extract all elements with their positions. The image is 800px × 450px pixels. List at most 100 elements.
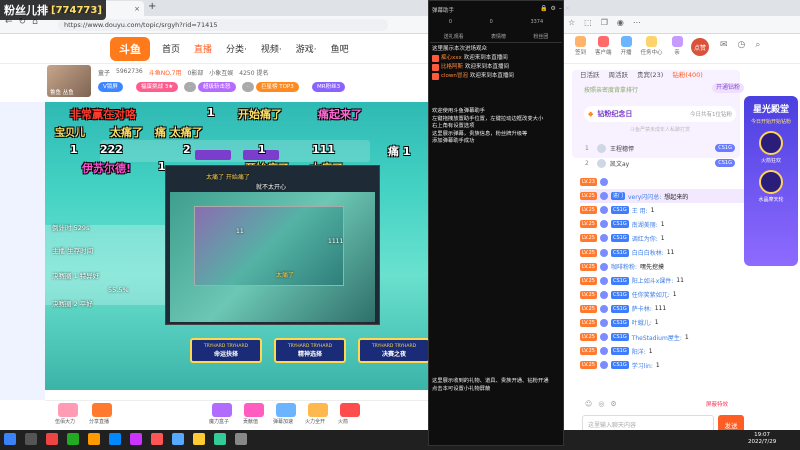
minimize-icon[interactable]: –	[559, 5, 562, 12]
new-tab-icon[interactable]: +	[148, 1, 156, 12]
taskbar-app-icon[interactable]	[235, 433, 247, 445]
chat-message[interactable]: LV.25 CS1G 学习lin: 1	[580, 358, 744, 372]
user-avatar[interactable]: 点赞	[691, 38, 709, 56]
rank-tab-diamond[interactable]: 钻粉(400)	[672, 69, 702, 79]
menu-icon[interactable]: ⋯	[633, 18, 641, 27]
danmaku: 非常赢在对咯	[70, 108, 136, 121]
pill-egg-challenge[interactable]: 福蛋挑战 3★	[136, 82, 179, 92]
profile-icon[interactable]: ◉	[617, 18, 624, 27]
screen: 【粉丝儿排】小 × + 粉丝儿排 [774773] ← ↻ ⌂ https://…	[0, 0, 800, 450]
url-field[interactable]: https://www.douyu.com/topic/srgyh?rid=71…	[58, 19, 388, 31]
header-icon-client[interactable]: 客户端	[595, 36, 612, 56]
chat-message[interactable]: LV.25 CS1G 王 用: 1	[580, 203, 744, 217]
nav-video[interactable]: 视频·	[261, 42, 282, 55]
vip-lock-button[interactable]: V锁屏	[98, 82, 123, 92]
chat-message[interactable]: LV.25 CS1G 阳洋: 1	[580, 344, 744, 358]
noble-icon	[599, 361, 608, 370]
helper-tab-gift[interactable]: 送礼观看	[444, 33, 464, 40]
gear-icon[interactable]: ⚙	[550, 5, 555, 12]
room-guild[interactable]: 小象互娱	[209, 68, 233, 77]
chat-message[interactable]: LV.25 CS1G 萨卡林: 111	[580, 302, 744, 316]
taskbar-app-icon[interactable]	[67, 433, 79, 445]
game-button-spirit[interactable]: TRYHARD TRYHARD 精神选择	[274, 338, 346, 363]
chat-message[interactable]: LV.25 CS1G 调红为你: 1	[580, 231, 744, 245]
chat-message[interactable]: LV.25 CS1G 白白白秋林: 11	[580, 245, 744, 259]
emoji-icon[interactable]: ☺	[585, 400, 592, 408]
lock-icon[interactable]: 🔒	[540, 5, 547, 12]
page-left-margin	[0, 64, 45, 400]
gift-icon-4[interactable]	[244, 403, 264, 417]
chat-message[interactable]: LV.25 进门 very闪闪总: 想起来的	[580, 189, 744, 204]
collections-icon[interactable]: ❐	[601, 18, 608, 27]
gift-icon-6[interactable]	[308, 403, 328, 417]
helper-tab-fans[interactable]: 粉丝团	[533, 33, 548, 40]
message-icon[interactable]: ✉	[720, 40, 728, 50]
rank-row[interactable]: 1 王程穗悍 CS1G	[585, 142, 735, 154]
chat-username: 萨卡林:	[631, 306, 652, 314]
header-icon-checkin[interactable]: 签到	[575, 36, 586, 56]
settings-icon[interactable]: ⚙	[610, 400, 616, 408]
taskbar-app-icon[interactable]	[151, 433, 163, 445]
gift-icon-3[interactable]	[212, 403, 232, 417]
final-circle-2: 决赛圈 2 平好	[52, 300, 93, 308]
rank-row[interactable]: 2 凯文ay CS1G	[585, 157, 735, 169]
header-icon-tasks[interactable]: 任务中心	[641, 36, 663, 56]
open-diamond-button[interactable]: 开通钻粉	[712, 83, 745, 93]
rank-tab-daily[interactable]: 日活跃	[580, 69, 600, 79]
game-button-fate[interactable]: TRYHARD TRYHARD 命运抉择	[190, 338, 262, 363]
pill-super[interactable]: 超级斩击怒	[198, 82, 236, 92]
gift-icon-1[interactable]	[58, 403, 78, 417]
block-effects-toggle[interactable]: 屏蔽特效	[706, 400, 728, 408]
header-icon-broadcast[interactable]: 开播	[620, 36, 632, 56]
taskbar-app-icon[interactable]	[25, 433, 37, 445]
rank-sub-hint: 斗鱼严禁未成年人私聊打赏	[629, 127, 690, 133]
pill-sep: ·	[184, 82, 196, 92]
taskbar-app-icon[interactable]	[193, 433, 205, 445]
fans-badge-icon[interactable]: ◎	[598, 400, 604, 408]
helper-stat-gifts: 0	[448, 19, 452, 25]
nav-yuba[interactable]: 鱼吧	[331, 42, 349, 55]
gift-icon-7[interactable]	[340, 403, 360, 417]
chat-text: 1	[655, 361, 660, 369]
search-icon[interactable]: ⌕	[755, 40, 760, 50]
taskbar-app-icon[interactable]	[46, 433, 58, 445]
star-icon[interactable]: ☆	[568, 18, 575, 27]
nav-game[interactable]: 游戏·	[296, 42, 317, 55]
close-icon[interactable]: ×	[565, 5, 570, 12]
chat-message[interactable]: LV.23	[580, 175, 744, 189]
taskbar-app-icon[interactable]	[130, 433, 142, 445]
chat-message[interactable]: LV.25 咖啡粉粉: 嘿先挖摸	[580, 260, 744, 274]
helper-tab-emoji[interactable]: 表情榜	[491, 33, 506, 40]
chat-message[interactable]: LV.25 CS1G 南湖美丽: 1	[580, 217, 744, 231]
fan-count-badge: 粉丝儿排 [774773]	[0, 0, 106, 20]
nav-home[interactable]: 首页	[162, 42, 180, 55]
close-tab-icon[interactable]: ×	[134, 5, 140, 13]
rank-tab-vip[interactable]: 贵宾(23)	[637, 69, 663, 79]
taskbar-app-icon[interactable]	[109, 433, 121, 445]
nav-live[interactable]: 直播	[194, 42, 212, 55]
anchor-name[interactable]: 童子	[98, 68, 110, 77]
chat-message[interactable]: LV.25 CS1G TheStadium屋生: 1	[580, 330, 744, 344]
douyu-logo[interactable]: 斗鱼	[110, 37, 150, 61]
nav-category[interactable]: 分类·	[226, 42, 247, 55]
chat-message[interactable]: LV.25 CS1G 阳上如斗x课件: 11	[580, 274, 744, 288]
taskbar-app-icon[interactable]	[88, 433, 100, 445]
game-button-final[interactable]: TRYHARD TRYHARD 决赛之夜	[358, 338, 430, 363]
chat-message[interactable]: LV.25 CS1G 叶蛾儿: 1	[580, 316, 744, 330]
taskbar-app-icon[interactable]	[172, 433, 184, 445]
pill-fans[interactable]: MR粉丝3	[312, 82, 346, 92]
gift-icon-2[interactable]	[92, 403, 112, 417]
taskbar-app-icon[interactable]	[214, 433, 226, 445]
helper-entry: clown冒泡 欢迎来到本直播间	[432, 72, 562, 81]
extensions-icon[interactable]: ⬚	[584, 18, 592, 27]
rank-tab-weekly[interactable]: 周活跃	[609, 69, 629, 79]
promo-banner[interactable]: 星光殿堂 今日开始开始钻粉 火箭狂欢 水晶摩天轮	[744, 96, 798, 266]
header-icon-friends[interactable]: 亲	[671, 36, 683, 56]
pill-star-rank[interactable]: 巨星榜 TOP3	[256, 82, 299, 92]
chat-message[interactable]: LV.25 CS1G 任你笑紫如兀: 1	[580, 288, 744, 302]
room-rank[interactable]: 斗鱼NO.7用	[149, 68, 182, 77]
history-icon[interactable]: ◷	[738, 40, 746, 50]
windows-start-icon[interactable]	[4, 433, 16, 445]
gift-icon-5[interactable]	[276, 403, 296, 417]
chat-fan-badge: CS1G	[610, 234, 629, 243]
